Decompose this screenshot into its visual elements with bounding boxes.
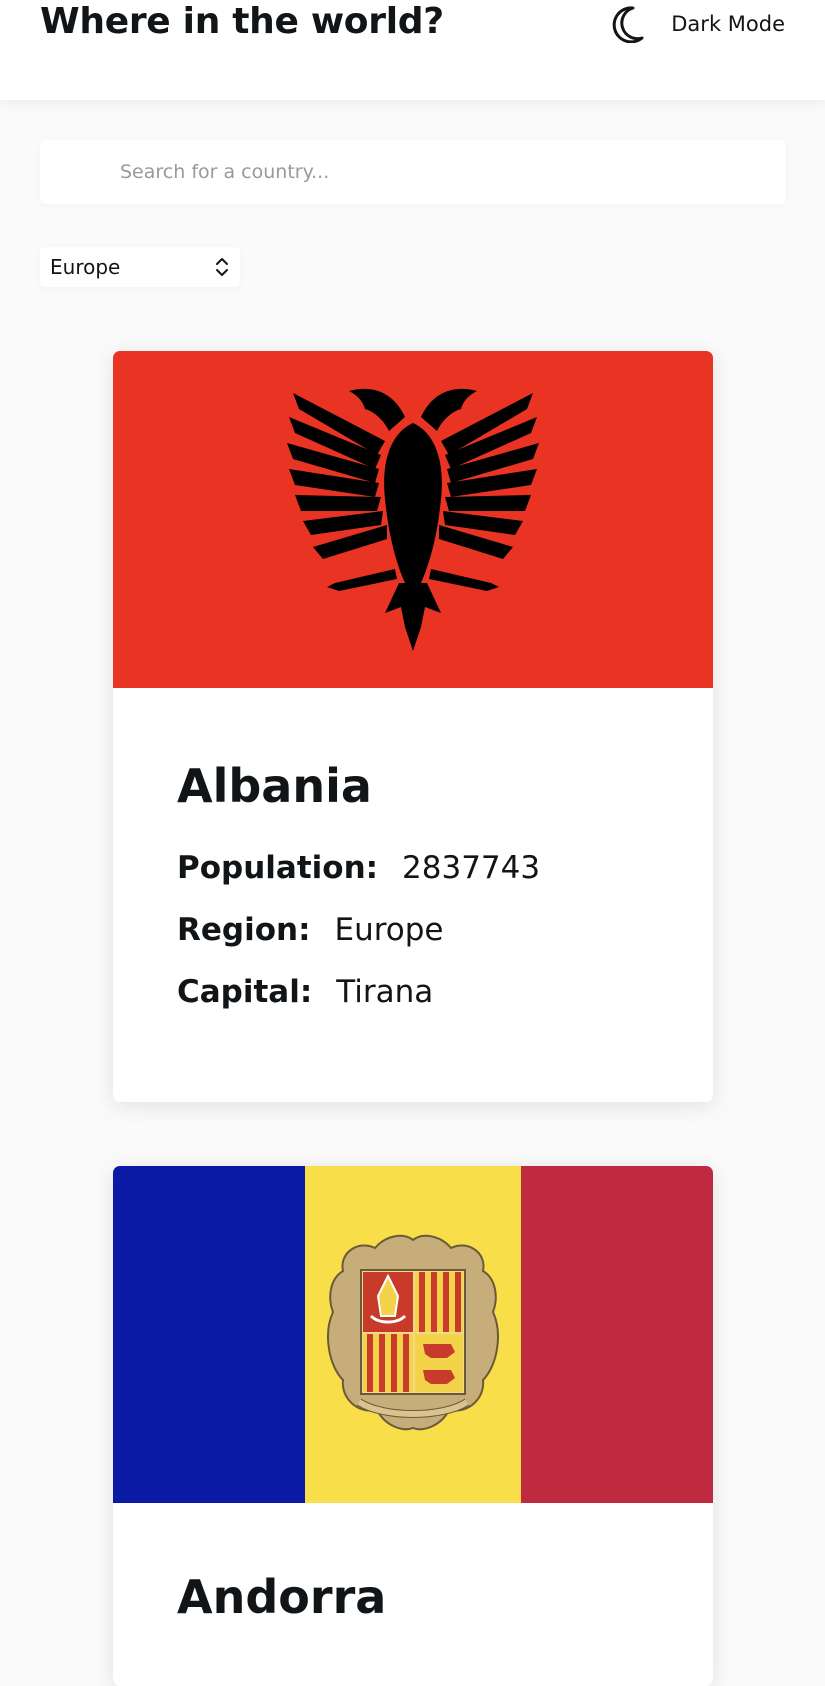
app-header: Where in the world? Dark Mode: [0, 0, 825, 100]
card-body: Andorra: [113, 1503, 713, 1625]
region-filter-select[interactable]: Europe: [40, 247, 240, 287]
country-card[interactable]: Andorra: [113, 1166, 713, 1686]
country-name: Andorra: [177, 1570, 387, 1624]
region-filter-value: Europe: [50, 255, 121, 279]
population-row: Population: 2837743: [177, 850, 649, 912]
country-stats: Population: 2837743 Region: Europe Capit…: [177, 850, 649, 1036]
coat-of-arms-emblem: [327, 1234, 499, 1431]
search-icon: [83, 162, 103, 182]
flag-albania-image: [113, 351, 713, 688]
moon-icon: [613, 6, 644, 43]
country-name: Albania: [177, 759, 372, 813]
capital-label: Capital:: [177, 974, 313, 1010]
chevron-up-down-icon: [216, 258, 228, 276]
search-input[interactable]: [120, 140, 760, 204]
region-row: Region: Europe: [177, 912, 649, 974]
site-title: Where in the world?: [40, 1, 444, 42]
search-box: [40, 140, 786, 204]
flag-andorra-image: [113, 1166, 713, 1503]
card-body: Albania Population: 2837743 Region: Euro…: [113, 688, 713, 1036]
country-card[interactable]: Albania Population: 2837743 Region: Euro…: [113, 351, 713, 1102]
capital-row: Capital: Tirana: [177, 974, 649, 1036]
dark-mode-toggle[interactable]: Dark Mode: [611, 2, 785, 46]
population-value: 2837743: [402, 850, 541, 886]
capital-value: Tirana: [336, 974, 434, 1010]
population-label: Population:: [177, 850, 379, 886]
region-value: Europe: [334, 912, 444, 948]
dark-mode-label: Dark Mode: [671, 12, 785, 36]
region-label: Region:: [177, 912, 311, 948]
